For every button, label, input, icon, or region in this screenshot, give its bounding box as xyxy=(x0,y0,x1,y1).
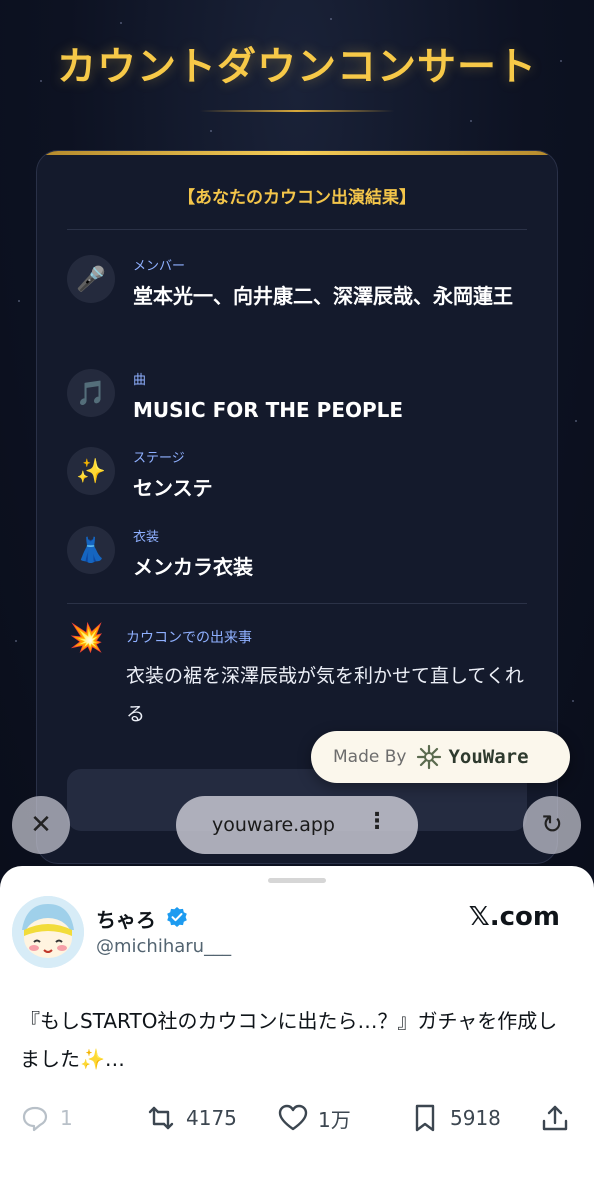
bookmark-button[interactable]: 5918 xyxy=(410,1100,501,1136)
youware-logo-icon xyxy=(417,744,442,770)
row-value: MUSIC FOR THE PEOPLE xyxy=(133,398,404,422)
retweet-count: 4175 xyxy=(186,1106,237,1130)
heart-icon xyxy=(278,1104,308,1131)
like-count: 1万 xyxy=(318,1107,351,1132)
url-text: youware.app xyxy=(212,814,335,836)
microphone-icon: 🎤 xyxy=(67,255,115,303)
bookmark-icon xyxy=(415,1104,435,1132)
collision-icon: 💥 xyxy=(69,621,104,654)
verified-badge-icon xyxy=(167,907,187,927)
author-name[interactable]: ちゃろ xyxy=(96,904,156,933)
avatar-illustration xyxy=(12,896,84,968)
music-note-icon: 🎵 xyxy=(67,369,115,417)
row-value: 堂本光一、向井康二、深澤辰哉、永岡蓮王 xyxy=(133,284,513,308)
reload-icon: ↻ xyxy=(541,810,563,840)
sheet-grabber[interactable] xyxy=(268,878,326,883)
row-label: 衣装 xyxy=(133,530,160,545)
event-text: 衣装の裾を深澤辰哉が気を利かせて直してくれる xyxy=(126,665,524,725)
close-button[interactable]: ✕ xyxy=(12,796,70,854)
sparkles-icon: ✨ xyxy=(67,447,115,495)
divider xyxy=(67,603,527,604)
reload-button[interactable]: ↻ xyxy=(523,796,581,854)
close-icon: ✕ xyxy=(30,810,52,840)
row-label: メンバー xyxy=(133,259,186,274)
share-icon xyxy=(542,1105,568,1131)
dress-icon: 👗 xyxy=(67,526,115,574)
event-label: カウコンでの出来事 xyxy=(126,630,252,646)
title-underline xyxy=(200,110,394,112)
row-label: 曲 xyxy=(133,373,147,388)
more-menu-icon[interactable]: ⋮ xyxy=(366,809,388,834)
retweet-icon xyxy=(148,1106,174,1130)
reply-count: 1 xyxy=(60,1106,73,1130)
retweet-button[interactable]: 4175 xyxy=(146,1100,237,1136)
bookmark-count: 5918 xyxy=(450,1106,501,1130)
reply-button[interactable]: 1 xyxy=(20,1100,73,1136)
tweet-actions: 1 4175 1万 5918 xyxy=(0,1100,594,1140)
like-button[interactable]: 1万 xyxy=(278,1100,351,1136)
row-value: メンカラ衣装 xyxy=(133,555,253,579)
tweet-text[interactable]: 『もしSTARTO社のカウコンに出たら…？』ガチャを作成しました✨… xyxy=(20,1002,576,1078)
x-site-label[interactable]: 𝕏.com xyxy=(469,902,560,932)
reply-icon xyxy=(22,1106,48,1132)
card-gold-border xyxy=(37,151,557,155)
author-handle[interactable]: @michiharu___ xyxy=(96,936,231,957)
avatar[interactable] xyxy=(12,896,84,968)
made-by-label: Made By xyxy=(333,747,407,767)
card-heading: 【あなたのカウコン出演結果】 xyxy=(178,188,416,208)
youware-brand: YouWare xyxy=(448,746,529,768)
row-label: ステージ xyxy=(133,451,185,466)
made-by-youware-badge[interactable]: Made By YouWare xyxy=(311,731,570,783)
divider xyxy=(67,229,527,230)
row-value: センステ xyxy=(133,476,213,500)
tweet-sheet: ちゃろ @michiharu___ 𝕏.com 『もしSTARTO社のカウコンに… xyxy=(0,866,594,1200)
share-button[interactable] xyxy=(540,1100,570,1136)
page-title: カウントダウンコンサート xyxy=(56,45,537,90)
url-bar[interactable]: youware.app ⋮ xyxy=(176,796,418,854)
